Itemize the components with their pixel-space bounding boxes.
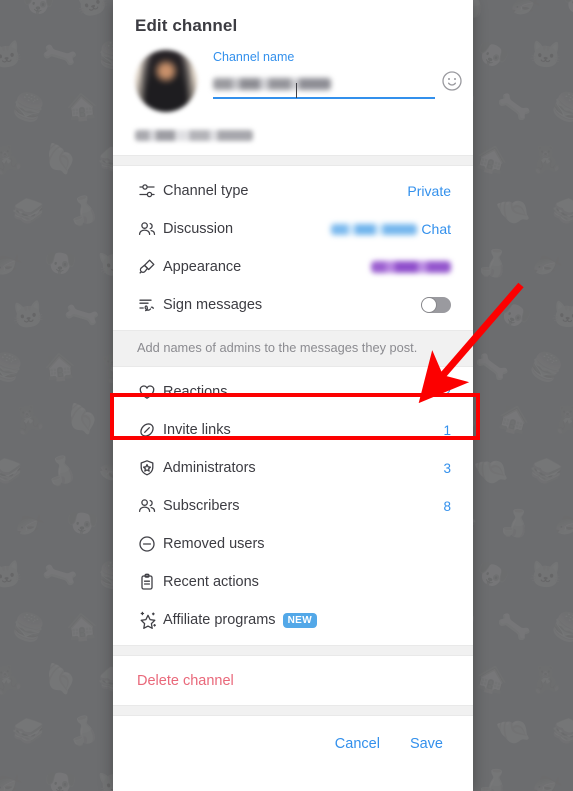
affiliate-programs-label: Affiliate programs	[163, 612, 276, 628]
channel-name-label: Channel name	[213, 50, 295, 64]
channel-name-input[interactable]	[213, 73, 435, 99]
shield-star-icon	[137, 458, 163, 478]
dialog-footer: Cancel Save	[113, 716, 473, 791]
toggle-knob	[422, 298, 436, 312]
row-subscribers[interactable]: Subscribers 8	[113, 487, 473, 525]
channel-name-field-wrap: Channel name	[213, 46, 462, 99]
marker-icon	[137, 257, 163, 277]
signature-icon	[137, 295, 163, 315]
delete-channel-button[interactable]: Delete channel	[113, 656, 473, 705]
channel-header-block: Channel name	[113, 36, 473, 155]
row-administrators[interactable]: Administrators 3	[113, 449, 473, 487]
channel-description-blurred	[135, 130, 253, 141]
subscribers-count: 8	[443, 498, 451, 514]
text-caret	[296, 83, 297, 98]
section-divider	[113, 645, 473, 656]
invite-links-count: 1	[443, 422, 451, 438]
people-icon	[137, 496, 163, 516]
row-reactions[interactable]: Reactions 2	[113, 373, 473, 411]
channel-name-value-blurred	[213, 78, 331, 90]
new-badge: NEW	[282, 612, 318, 628]
row-label: Invite links	[163, 422, 231, 438]
appearance-value-blurred[interactable]	[371, 261, 451, 273]
heart-icon	[137, 382, 163, 402]
reactions-count: 2	[443, 384, 451, 400]
section-divider	[113, 155, 473, 166]
minus-circle-icon	[137, 534, 163, 554]
administrators-count: 3	[443, 460, 451, 476]
row-removed-users[interactable]: Removed users	[113, 525, 473, 563]
row-label: Affiliate programs NEW	[163, 612, 451, 628]
sign-messages-toggle[interactable]	[421, 297, 451, 313]
row-label: Channel type	[163, 183, 249, 199]
sign-messages-hint: Add names of admins to the messages they…	[137, 340, 418, 355]
smiley-icon[interactable]	[441, 70, 463, 92]
people-icon	[137, 219, 163, 239]
delete-channel-label: Delete channel	[137, 672, 234, 689]
row-invite-links[interactable]: Invite links 1	[113, 411, 473, 449]
save-button[interactable]: Save	[408, 732, 445, 756]
section-divider	[113, 705, 473, 717]
row-label: Subscribers	[163, 498, 240, 514]
manage-row-group: Reactions 2 Invite links 1 Administrator…	[113, 367, 473, 645]
page-title: Edit channel	[135, 16, 238, 35]
discussion-value-blurred	[331, 224, 418, 235]
row-label: Appearance	[163, 259, 242, 275]
sparkle-star-icon	[137, 609, 163, 631]
row-label: Sign messages	[163, 297, 263, 313]
link-icon	[137, 420, 163, 440]
row-label: Removed users	[163, 536, 265, 552]
clipboard-icon	[137, 572, 163, 592]
discussion-value[interactable]: Chat	[331, 221, 451, 237]
row-appearance[interactable]: Appearance	[113, 248, 473, 286]
row-channel-type[interactable]: Channel type Private	[113, 172, 473, 210]
row-sign-messages[interactable]: Sign messages	[113, 286, 473, 324]
row-label: Administrators	[163, 460, 256, 476]
hint-band: Add names of admins to the messages they…	[113, 330, 473, 367]
edit-channel-dialog: Edit channel Channel name Channel type P…	[113, 0, 473, 791]
cancel-button[interactable]: Cancel	[333, 732, 382, 756]
row-label: Reactions	[163, 384, 228, 400]
row-affiliate-programs[interactable]: Affiliate programs NEW	[113, 601, 473, 639]
row-label: Discussion	[163, 221, 234, 237]
sliders-icon	[137, 181, 163, 201]
discussion-value-text: Chat	[421, 221, 451, 237]
row-discussion[interactable]: Discussion Chat	[113, 210, 473, 248]
avatar[interactable]	[135, 50, 197, 112]
settings-row-group: Channel type Private Discussion Chat App…	[113, 166, 473, 330]
row-recent-actions[interactable]: Recent actions	[113, 563, 473, 601]
channel-type-value[interactable]: Private	[407, 183, 451, 199]
row-label: Recent actions	[163, 574, 259, 590]
